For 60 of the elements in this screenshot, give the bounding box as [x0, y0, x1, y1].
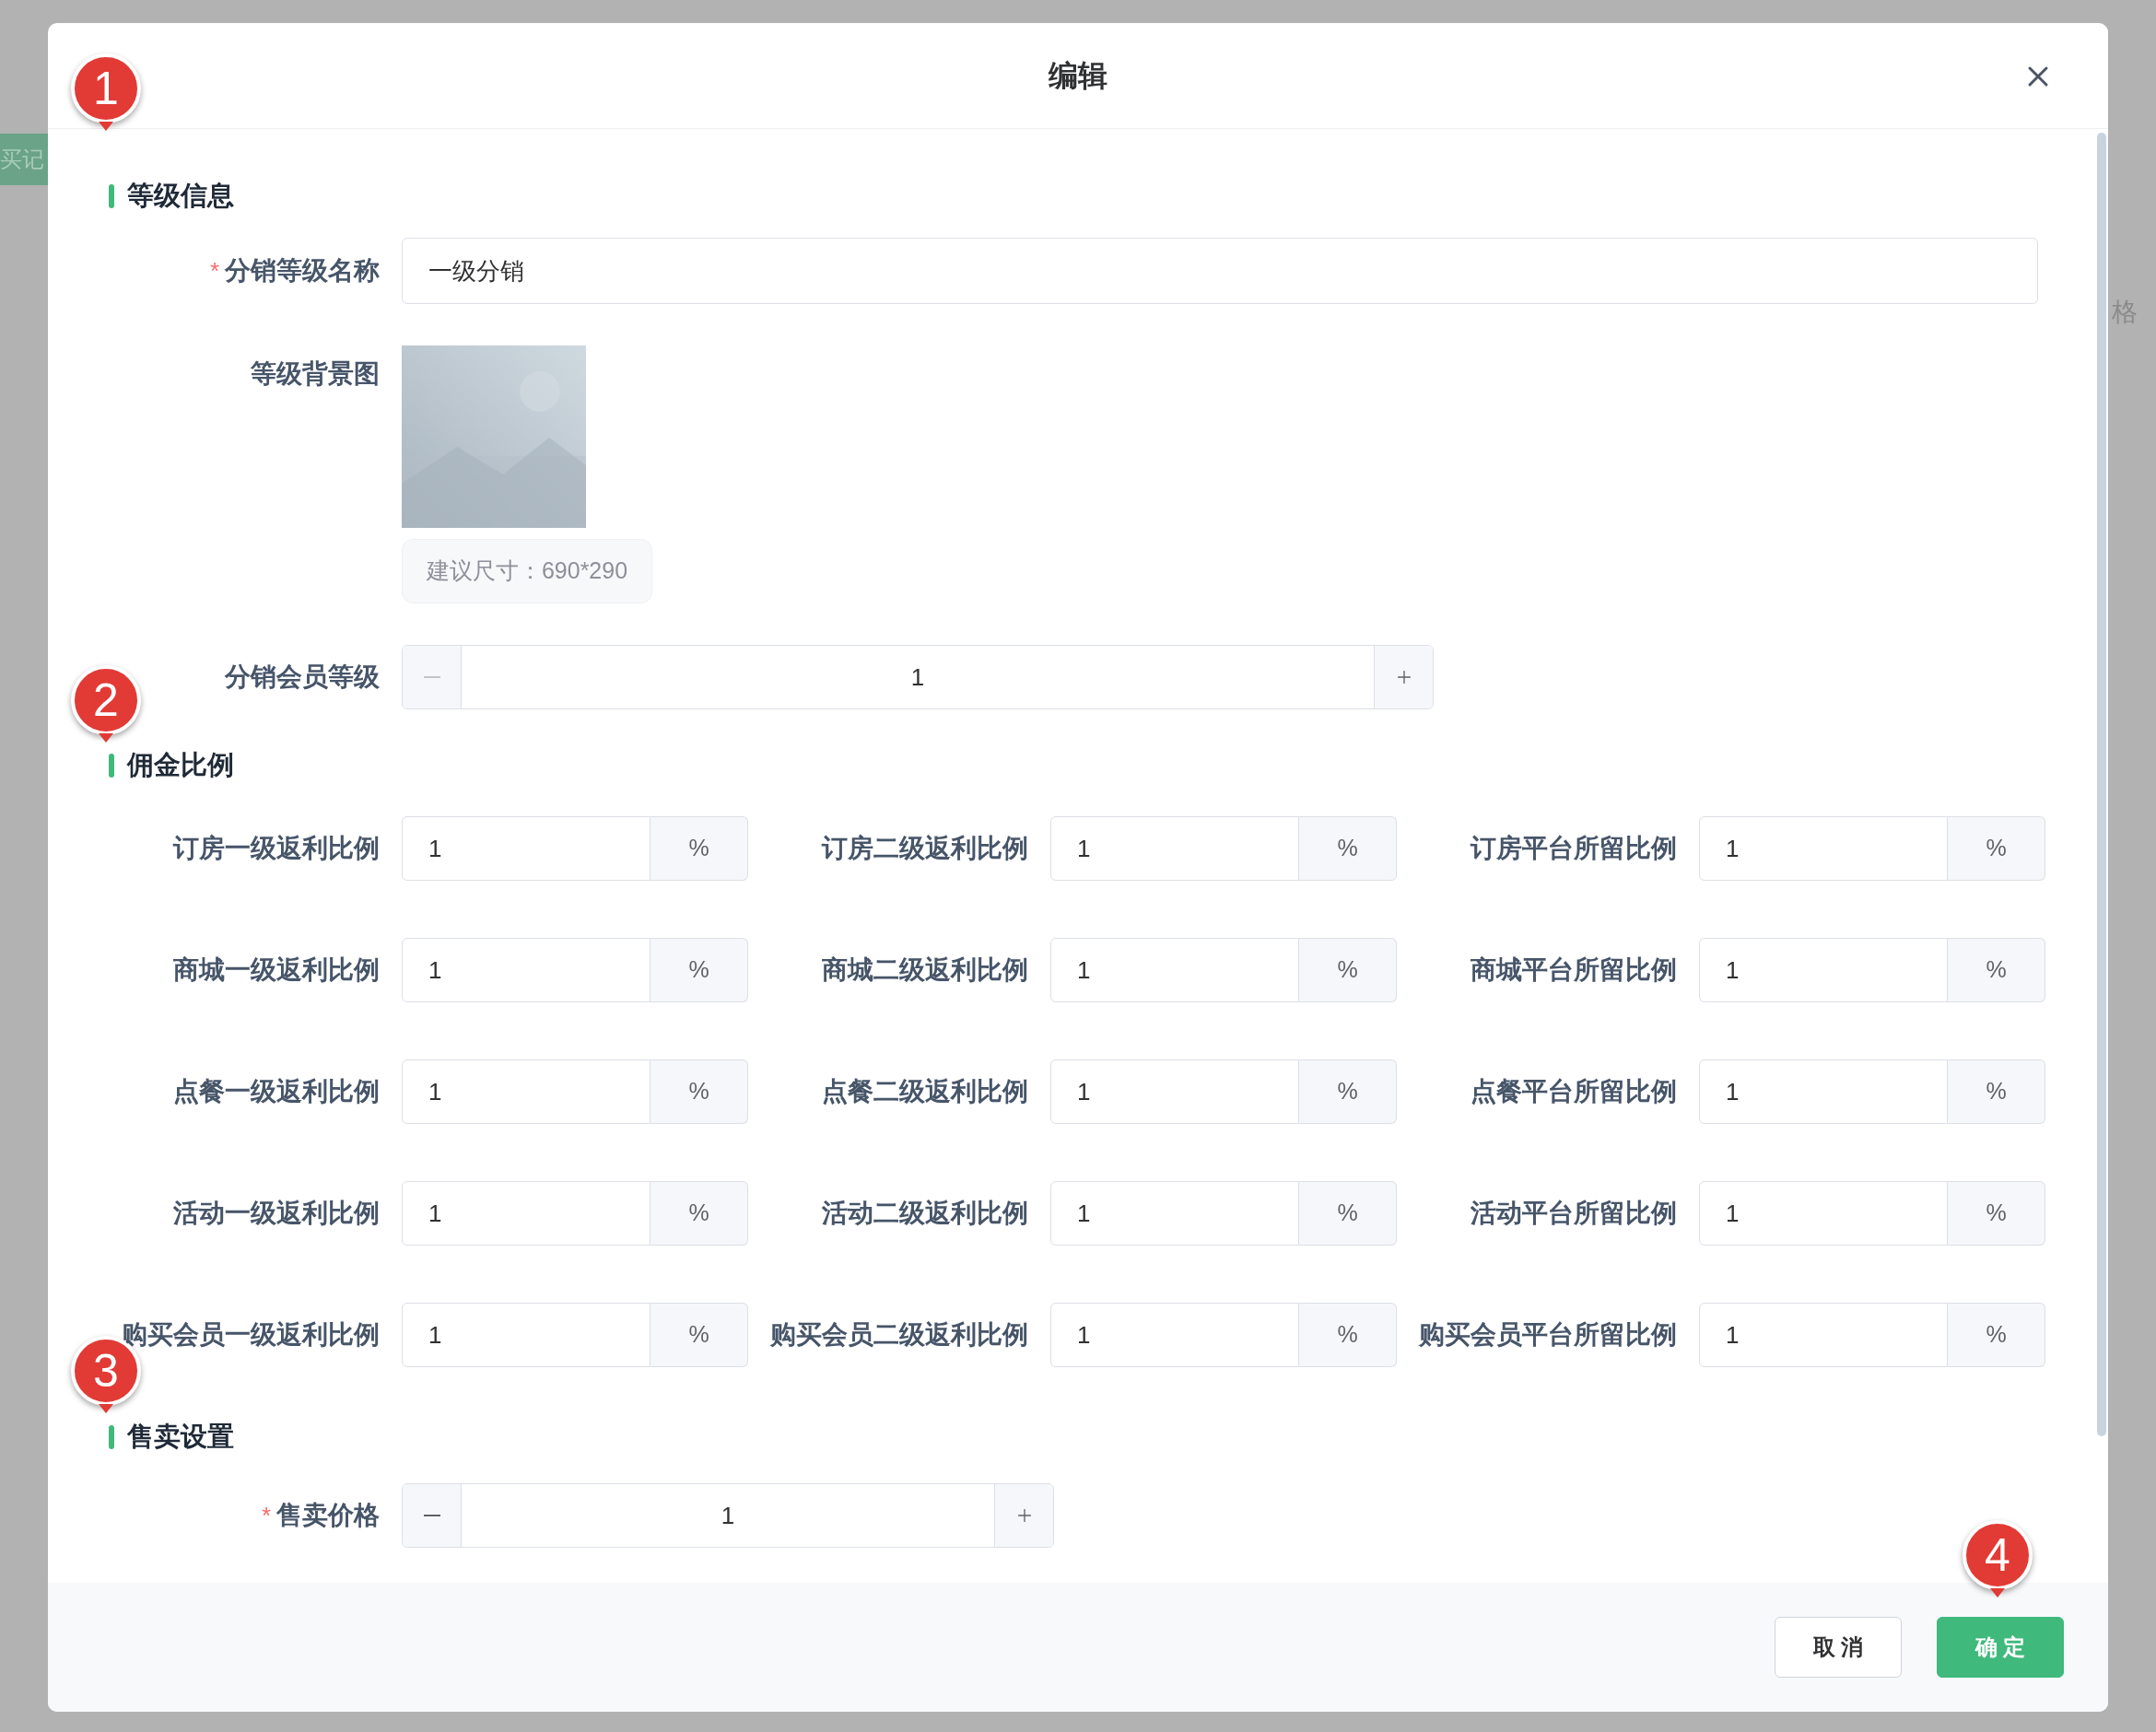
percent-addon: %: [1948, 938, 2045, 1002]
dialog-title: 编辑: [1049, 58, 1107, 94]
field-label: 商城平台所留比例: [1471, 954, 1677, 986]
percent-addon: %: [1299, 1303, 1397, 1367]
required-asterisk: *: [209, 255, 219, 287]
ratio-input[interactable]: 1: [1050, 816, 1299, 881]
field-label: 售卖价格: [276, 1500, 380, 1531]
field-label: 分销等级名称: [225, 255, 380, 287]
field-label: 点餐一级返利比例: [173, 1076, 380, 1107]
percent-addon: %: [1948, 1181, 2045, 1246]
ratio-input[interactable]: 1: [1050, 1181, 1299, 1246]
section-title: 佣金比例: [127, 749, 234, 782]
percent-addon: %: [650, 1303, 748, 1367]
section-bar: [109, 1425, 114, 1449]
field-label: 订房平台所留比例: [1471, 833, 1677, 864]
level-name-input[interactable]: 一级分销: [402, 238, 2038, 304]
percent-addon: %: [650, 816, 748, 881]
ratio-input[interactable]: 1: [1050, 1303, 1299, 1367]
percent-addon: %: [1948, 1303, 2045, 1367]
ratio-input[interactable]: 1: [402, 1059, 650, 1124]
field-label: 订房二级返利比例: [822, 833, 1028, 864]
field-label: 商城一级返利比例: [173, 954, 380, 986]
ratio-input[interactable]: 1: [1699, 1059, 1948, 1124]
percent-addon: %: [650, 938, 748, 1002]
percent-addon: %: [1299, 938, 1397, 1002]
percent-addon: %: [1948, 816, 2045, 881]
field-label: 点餐二级返利比例: [822, 1076, 1028, 1107]
percent-addon: %: [1299, 1181, 1397, 1246]
field-label: 订房一级返利比例: [173, 833, 380, 864]
cancel-button[interactable]: 取 消: [1775, 1617, 1902, 1678]
field-label: 商城二级返利比例: [822, 954, 1028, 986]
percent-addon: %: [1948, 1059, 2045, 1124]
ratio-input[interactable]: 1: [1699, 816, 1948, 881]
percent-addon: %: [650, 1181, 748, 1246]
ratio-input[interactable]: 1: [402, 938, 650, 1002]
field-label: 购买会员二级返利比例: [770, 1319, 1028, 1351]
required-asterisk: *: [261, 1500, 271, 1531]
ratio-input[interactable]: 1: [402, 816, 650, 881]
field-label: 点餐平台所留比例: [1471, 1076, 1677, 1107]
size-hint: 建议尺寸：690*290: [402, 539, 652, 603]
field-label: 活动一级返利比例: [173, 1198, 380, 1229]
ratio-input[interactable]: 1: [1050, 938, 1299, 1002]
ratio-input[interactable]: 1: [1699, 938, 1948, 1002]
field-label: 等级背景图: [251, 358, 380, 390]
field-label: 购买会员平台所留比例: [1419, 1319, 1677, 1351]
section-bar: [109, 184, 114, 208]
section-bar: [109, 754, 114, 778]
section-title: 售卖设置: [127, 1421, 234, 1454]
field-label: 活动二级返利比例: [822, 1198, 1028, 1229]
section-title: 等级信息: [127, 180, 234, 213]
percent-addon: %: [1299, 1059, 1397, 1124]
ratio-input[interactable]: 1: [1050, 1059, 1299, 1124]
ratio-input[interactable]: 1: [402, 1303, 650, 1367]
field-label: 活动平台所留比例: [1471, 1198, 1677, 1229]
ratio-input[interactable]: 1: [402, 1181, 650, 1246]
ratio-input[interactable]: 1: [1699, 1181, 1948, 1246]
percent-addon: %: [650, 1059, 748, 1124]
percent-addon: %: [1299, 816, 1397, 881]
ratio-input[interactable]: 1: [1699, 1303, 1948, 1367]
field-label: 分销会员等级: [225, 661, 380, 693]
